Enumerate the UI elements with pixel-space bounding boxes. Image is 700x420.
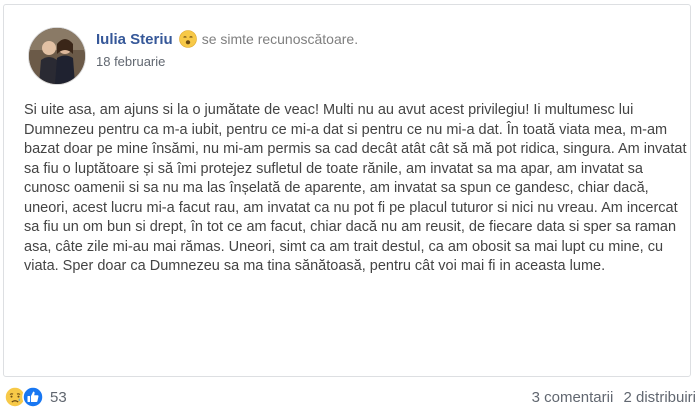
- engagement-counts: 3 comentarii 2 distribuiri: [532, 389, 696, 406]
- post-paragraph: Si uite asa, am ajuns si la o jumătate d…: [24, 102, 687, 274]
- post-date[interactable]: 18 februarie: [96, 54, 358, 69]
- post-footer: 53 3 comentarii 2 distribuiri: [0, 381, 700, 415]
- relieved-face-icon: [178, 30, 197, 48]
- shares-link[interactable]: 2 distribuiri: [623, 389, 696, 406]
- avatar-photo: [29, 28, 85, 84]
- feeling-text: se simte recunoscătoare.: [201, 31, 359, 47]
- author-name[interactable]: Iulia Steriu: [96, 31, 173, 48]
- post-card: Iulia Steriu se simte recunoscătoare. 18…: [3, 4, 691, 377]
- post-body: Si uite asa, am ajuns si la o jumătate d…: [24, 101, 688, 277]
- post-header: Iulia Steriu se simte recunoscătoare. 18…: [96, 29, 358, 69]
- like-icon: [22, 386, 44, 408]
- comments-link[interactable]: 3 comentarii: [532, 389, 614, 406]
- reactions-summary[interactable]: 53: [4, 386, 67, 408]
- reaction-count: 53: [50, 388, 67, 406]
- avatar[interactable]: [28, 27, 86, 85]
